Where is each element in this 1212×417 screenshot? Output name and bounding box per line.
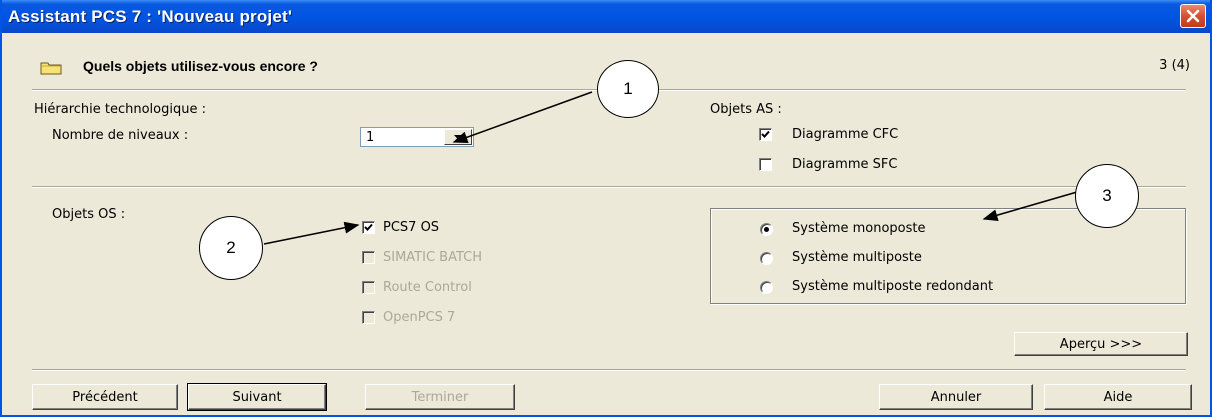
callout-3: 3 <box>1075 164 1139 228</box>
radio-redundant-multi-station[interactable] <box>760 281 773 294</box>
cancel-button[interactable]: Annuler <box>879 384 1033 410</box>
cfc-label: Diagramme CFC <box>792 127 899 142</box>
preview-button[interactable]: Aperçu >>> <box>1014 332 1188 356</box>
check-icon <box>761 130 770 138</box>
single-station-label: Système monoposte <box>792 221 926 236</box>
os-section-label: Objets OS : <box>52 207 126 222</box>
pcs7-os-checkbox[interactable] <box>362 221 375 234</box>
chevron-down-icon <box>453 134 463 140</box>
title-bar[interactable]: Assistant PCS 7 : 'Nouveau projet' <box>2 0 1210 33</box>
separator <box>32 369 1186 371</box>
levels-value: 1 <box>366 130 375 145</box>
openpcs7-label: OpenPCS 7 <box>383 310 456 325</box>
multi-station-label: Système multiposte <box>792 250 922 265</box>
check-icon <box>364 223 373 231</box>
levels-dropdown-button[interactable] <box>444 129 472 145</box>
step-indicator: 3 (4) <box>1159 58 1190 73</box>
close-icon <box>1186 9 1200 23</box>
help-button[interactable]: Aide <box>1044 384 1192 410</box>
redundant-multi-station-label: Système multiposte redondant <box>792 279 994 294</box>
openpcs7-checkbox[interactable] <box>362 311 375 324</box>
radio-single-station[interactable] <box>760 223 773 236</box>
folder-icon <box>40 62 62 75</box>
wizard-dialog: Assistant PCS 7 : 'Nouveau projet' Quels… <box>0 0 1212 417</box>
page-question: Quels objets utilisez-vous encore ? <box>83 58 318 74</box>
window-title: Assistant PCS 7 : 'Nouveau projet' <box>8 6 293 26</box>
pcs7-os-label: PCS7 OS <box>383 220 440 235</box>
close-button[interactable] <box>1180 4 1206 28</box>
radio-multi-station[interactable] <box>760 252 773 265</box>
sfc-label: Diagramme SFC <box>792 157 898 172</box>
separator <box>32 186 1186 188</box>
next-button[interactable]: Suivant <box>187 383 327 411</box>
callout-1: 1 <box>597 60 659 118</box>
hierarchy-section-label: Hiérarchie technologique : <box>34 102 206 117</box>
callout-2: 2 <box>199 216 263 280</box>
callout-arrow-1 <box>452 91 593 144</box>
radio-dot <box>764 227 769 232</box>
simatic-batch-label: SIMATIC BATCH <box>383 250 483 265</box>
sfc-checkbox[interactable] <box>759 158 772 171</box>
levels-dropdown[interactable]: 1 <box>360 127 474 147</box>
as-section-label: Objets AS : <box>710 102 782 117</box>
finish-button[interactable]: Terminer <box>365 384 515 410</box>
levels-label: Nombre de niveaux : <box>52 128 189 143</box>
previous-button[interactable]: Précédent <box>32 384 178 410</box>
callout-arrow-2 <box>263 221 360 245</box>
cfc-checkbox[interactable] <box>759 128 772 141</box>
simatic-batch-checkbox[interactable] <box>362 251 375 264</box>
route-control-label: Route Control <box>383 280 472 295</box>
route-control-checkbox[interactable] <box>362 281 375 294</box>
